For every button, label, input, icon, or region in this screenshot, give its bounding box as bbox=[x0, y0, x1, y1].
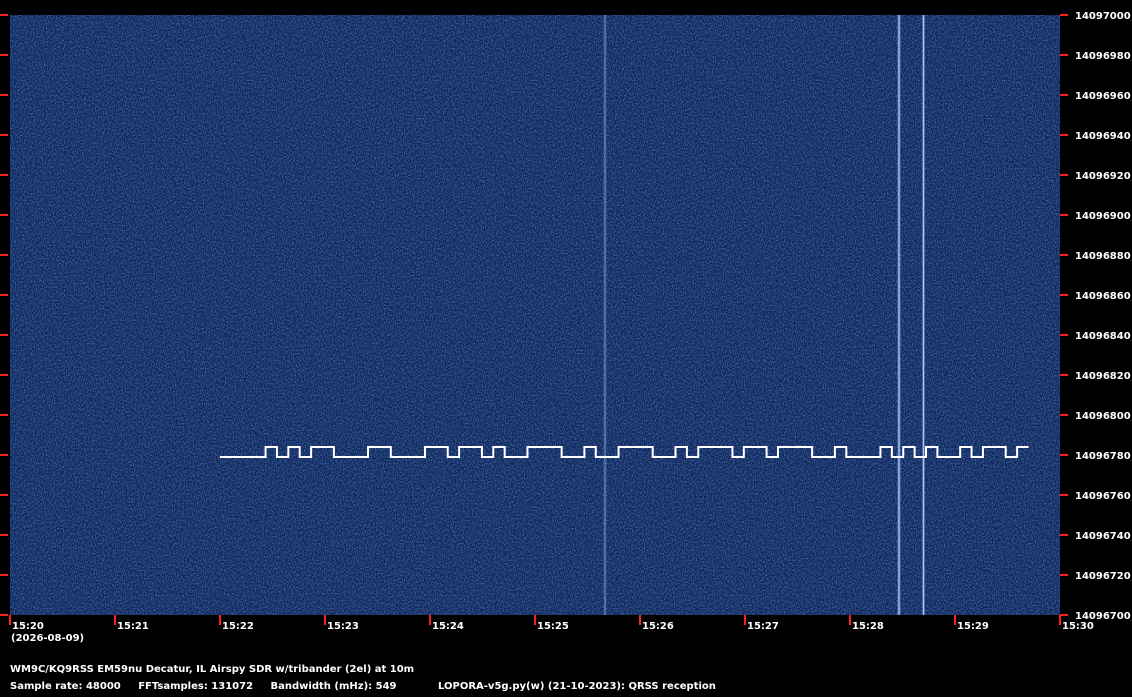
qrss-grabber-chart: 14097000 14096980 14096960 14096940 14096920… bbox=[0, 0, 1132, 697]
y-tick-label-13: 14096740 bbox=[1075, 531, 1131, 542]
x-tick-label-9: 15:29 bbox=[957, 621, 989, 632]
bandwidth-label: Bandwidth (mHz): 549 bbox=[270, 681, 397, 692]
y-tick-label-12: 14096760 bbox=[1075, 491, 1131, 502]
y-tick-label-1: 14096980 bbox=[1075, 51, 1131, 62]
carrier-core-2 bbox=[923, 15, 924, 615]
station-info: WM9C/KQ9RSS EM59nu Decatur, IL Airspy SD… bbox=[10, 664, 415, 675]
x-tick-label-6: 15:26 bbox=[642, 621, 674, 632]
y-tick-label-8: 14096840 bbox=[1075, 331, 1131, 342]
y-tick-label-2: 14096960 bbox=[1075, 91, 1131, 102]
sample-rate-label: Sample rate: 48000 bbox=[10, 681, 121, 692]
y-tick-label-5: 14096900 bbox=[1075, 211, 1131, 222]
x-tick-label-10: 15:30 bbox=[1062, 621, 1094, 632]
fft-samples-label: FFTsamples: 131072 bbox=[138, 681, 254, 692]
y-tick-label-0: 14097000 bbox=[1075, 11, 1131, 22]
x-tick-label-7: 15:27 bbox=[747, 621, 779, 632]
y-tick-label-10: 14096800 bbox=[1075, 411, 1131, 422]
x-tick-label-8: 15:28 bbox=[852, 621, 884, 632]
y-tick-label-3: 14096940 bbox=[1075, 131, 1131, 142]
spectrogram-noise bbox=[10, 15, 1060, 615]
receiver-settings: Sample rate: 48000 FFTsamples: 131072 Ba… bbox=[10, 681, 730, 692]
y-tick-label-11: 14096780 bbox=[1075, 451, 1131, 462]
y-tick-label-6: 14096880 bbox=[1075, 251, 1131, 262]
y-tick-label-4: 14096920 bbox=[1075, 171, 1131, 182]
date-label: (2026-08-09) bbox=[11, 633, 84, 644]
x-tick-label-3: 15:23 bbox=[327, 621, 359, 632]
x-tick-label-2: 15:22 bbox=[222, 621, 254, 632]
carrier-core-0 bbox=[604, 15, 606, 615]
y-tick-label-7: 14096860 bbox=[1075, 291, 1131, 302]
carrier-core-1 bbox=[898, 15, 900, 615]
x-tick-label-4: 15:24 bbox=[432, 621, 464, 632]
x-tick-label-1: 15:21 bbox=[117, 621, 149, 632]
y-tick-label-9: 14096820 bbox=[1075, 371, 1131, 382]
x-tick-label-0: 15:20 bbox=[12, 621, 44, 632]
program-label: LOPORA-v5g.py(w) (21-10-2023): QRSS rece… bbox=[437, 681, 716, 692]
y-tick-label-14: 14096720 bbox=[1075, 571, 1131, 582]
x-tick-label-5: 15:25 bbox=[537, 621, 569, 632]
